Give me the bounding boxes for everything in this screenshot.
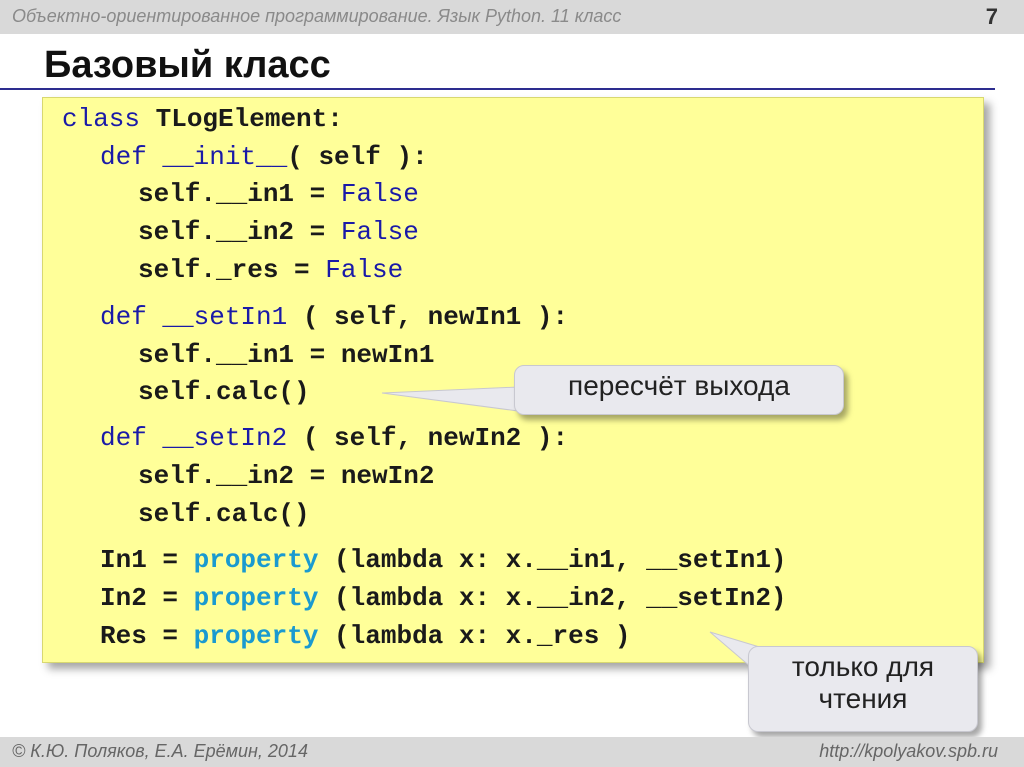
callout-recalc: пересчёт выхода [514,365,844,415]
keyword-def: def [100,142,147,172]
keyword-def: def [100,302,147,332]
prop-name: In1 [100,545,147,575]
prop-name: In2 [100,583,147,613]
code-line-11: self.calc() [138,499,310,529]
method-params: ( self ): [287,142,428,172]
code-line-8: self.calc() [138,377,310,407]
builtin-property: property [193,583,319,613]
class-name: TLogElement: [140,104,343,134]
builtin-property: property [193,621,319,651]
method-name: __setIn2 [146,423,288,453]
code-line-7: self.__in1 = newIn1 [138,340,435,370]
code-line-14: Res = property (lambda x: x._res ) [100,621,631,651]
assign: = [146,621,194,651]
assign: = [294,217,341,247]
callout-readonly: только для чтения [748,646,978,732]
code-line-6: def __setIn1 ( self, newIn1 ): [100,302,568,332]
value-false: False [340,179,419,209]
method-name: __setIn1 [146,302,288,332]
assign: = [278,255,326,285]
method-params: ( self, newIn1 ): [287,302,569,332]
keyword-class: class [62,104,141,134]
attr: self.__in2 [138,217,295,247]
value-false: False [325,255,404,285]
property-args: (lambda x: x.__in2, __setIn2) [318,583,787,613]
attr: self._res [138,255,279,285]
value-false: False [340,217,419,247]
assign: = [294,179,341,209]
assign: = [146,583,194,613]
code-line-5: self._res = False [138,255,403,285]
slide-title: Базовый класс [44,44,331,86]
title-rule [0,88,995,90]
property-args: (lambda x: x._res ) [318,621,631,651]
callout-recalc-pointer [381,386,519,412]
code-line-13: In2 = property (lambda x: x.__in2, __set… [100,583,787,613]
code-line-9: def __setIn2 ( self, newIn2 ): [100,423,568,453]
builtin-property: property [193,545,319,575]
keyword-def: def [100,423,147,453]
callout-readonly-line1: только для [791,651,935,682]
code-line-10: self.__in2 = newIn2 [138,461,435,491]
code-line-1: class TLogElement: [62,104,343,134]
course-title: Объектно-ориентированное программировани… [12,6,622,26]
callout-readonly-line2: чтения [818,683,908,714]
assign: = [146,545,194,575]
footer-url: http://kpolyakov.spb.ru [819,741,998,761]
code-line-3: self.__in1 = False [138,179,419,209]
code-line-2: def __init__( self ): [100,142,428,172]
slide-number: 7 [985,4,998,29]
code-line-4: self.__in2 = False [138,217,419,247]
footer-authors: © К.Ю. Поляков, Е.А. Ерёмин, 2014 [12,741,308,761]
property-args: (lambda x: x.__in1, __setIn1) [318,545,787,575]
prop-name: Res [100,621,147,651]
code-line-12: In1 = property (lambda x: x.__in1, __set… [100,545,787,575]
attr: self.__in1 [138,179,295,209]
method-name: __init__ [146,142,288,172]
method-params: ( self, newIn2 ): [287,423,569,453]
